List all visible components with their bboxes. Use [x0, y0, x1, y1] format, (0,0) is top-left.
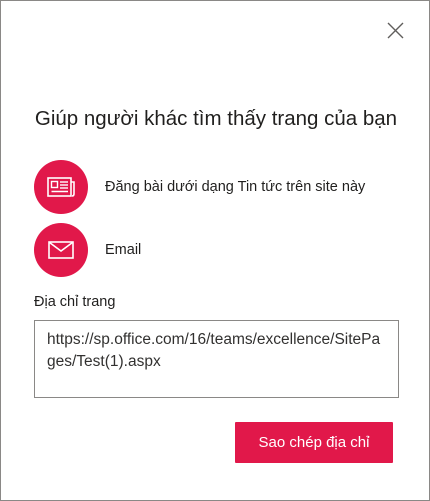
- news-icon-circle: [34, 160, 88, 214]
- page-address-label: Địa chỉ trang: [34, 294, 116, 310]
- copy-address-button[interactable]: Sao chép địa chỉ: [235, 422, 393, 463]
- mail-icon-circle: [34, 223, 88, 277]
- close-button[interactable]: [382, 17, 408, 43]
- close-icon: [387, 22, 403, 38]
- post-as-news-label: Đăng bài dưới dạng Tin tức trên site này: [105, 179, 366, 195]
- share-dialog: Giúp người khác tìm thấy trang của bạn Đ…: [0, 0, 430, 501]
- email-option[interactable]: Email: [34, 223, 141, 277]
- page-address-field[interactable]: https://sp.office.com/16/teams/excellenc…: [34, 320, 399, 398]
- email-label: Email: [105, 242, 142, 258]
- post-as-news-option[interactable]: Đăng bài dưới dạng Tin tức trên site này: [34, 160, 365, 214]
- dialog-title: Giúp người khác tìm thấy trang của bạn: [34, 107, 398, 130]
- news-icon: [47, 177, 75, 197]
- mail-icon: [48, 241, 74, 259]
